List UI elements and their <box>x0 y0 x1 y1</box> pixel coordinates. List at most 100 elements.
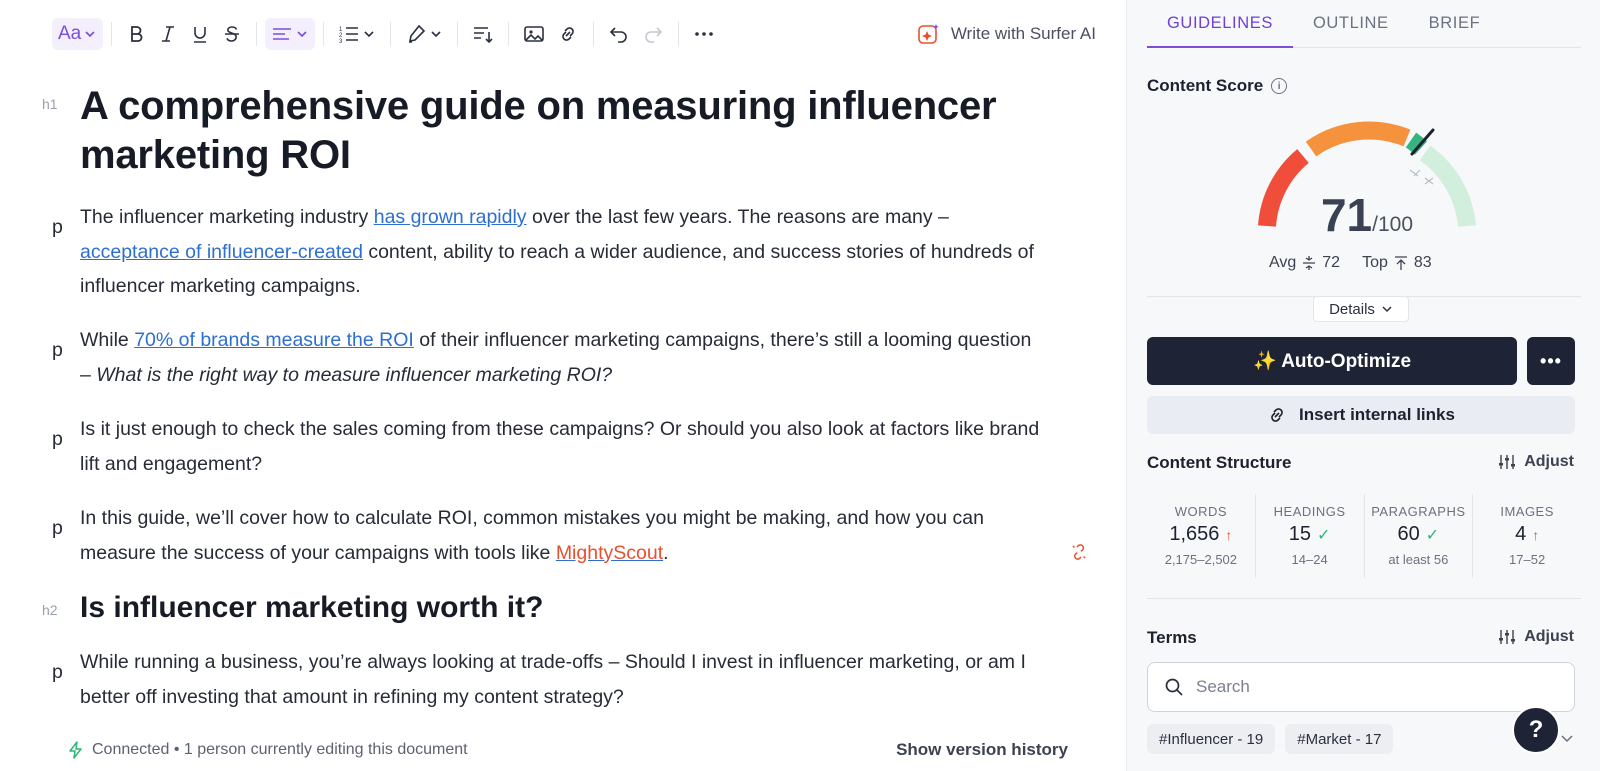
adjust-structure-button[interactable]: Adjust <box>1498 453 1574 471</box>
italic-icon <box>162 26 175 42</box>
underline-button[interactable] <box>184 18 216 50</box>
inline-link[interactable]: acceptance of influencer-created <box>80 241 363 263</box>
tab-guidelines[interactable]: GUIDELINES <box>1147 0 1293 48</box>
paragraph-text: over the last few years. The reasons are… <box>526 206 949 228</box>
text-style-icon: Aa <box>58 23 82 44</box>
paragraph[interactable]: While running a business, you’re always … <box>80 645 1040 714</box>
stat-value-row: 1,656 ↑ <box>1147 523 1255 546</box>
align-icon <box>273 28 292 40</box>
bold-button[interactable] <box>120 18 152 50</box>
top-value: 83 <box>1413 254 1432 271</box>
strikethrough-icon <box>225 26 240 42</box>
search-icon <box>1165 678 1183 696</box>
write-with-surfer-ai-button[interactable]: Write with Surfer AI <box>917 16 1096 52</box>
more-actions-button[interactable]: ••• <box>1527 337 1575 385</box>
sliders-icon <box>1499 455 1516 469</box>
text-style-dropdown[interactable]: Aa <box>52 18 104 50</box>
term-chip[interactable]: #Market - 17 <box>1285 724 1394 754</box>
section-heading[interactable]: Is influencer marketing worth it? <box>80 588 1040 628</box>
gauge-avg-marker <box>1409 169 1421 177</box>
sliders-icon <box>1499 630 1516 644</box>
checkmark-icon: ✓ <box>1317 526 1331 544</box>
bold-icon <box>131 26 143 42</box>
toolbar-divider <box>593 22 595 46</box>
auto-optimize-button[interactable]: ✨ Auto-Optimize <box>1147 337 1517 385</box>
content-score-heading: Content Score i <box>1147 76 1288 96</box>
tab-outline[interactable]: OUTLINE <box>1293 0 1409 48</box>
help-button[interactable]: ? <box>1512 706 1560 754</box>
paragraph-text: The influencer marketing industry <box>80 206 374 228</box>
toolbar-divider <box>323 22 325 46</box>
details-label: Details <box>1329 300 1375 318</box>
show-version-history-link[interactable]: Show version history <box>896 740 1068 760</box>
svg-text:3: 3 <box>339 39 343 44</box>
paragraph[interactable]: Is it just enough to check the sales com… <box>80 412 1040 481</box>
insert-internal-links-button[interactable]: Insert internal links <box>1147 396 1575 434</box>
insert-link-button[interactable] <box>551 18 585 50</box>
toolbar-divider <box>678 22 680 46</box>
paragraph-text: While <box>80 329 135 351</box>
stat-value: 60 <box>1397 523 1420 545</box>
score-max: /100 <box>1372 213 1414 236</box>
terms-search <box>1147 662 1575 712</box>
adjust-label: Adjust <box>1524 628 1574 645</box>
paragraph[interactable]: In this guide, we’ll cover how to calcul… <box>80 501 1040 570</box>
align-dropdown[interactable] <box>265 18 316 50</box>
image-icon <box>524 26 545 42</box>
adjust-label: Adjust <box>1524 453 1574 470</box>
paragraph-text: . <box>663 541 669 564</box>
insert-internal-links-label: Insert internal links <box>1299 405 1455 424</box>
sort-button[interactable] <box>466 18 500 50</box>
stat-images: IMAGES 4 ↑ 17–52 <box>1473 494 1581 578</box>
toolbar-divider <box>390 22 392 46</box>
stat-value: 4 <box>1515 523 1527 545</box>
paragraph[interactable]: The influencer marketing industry has gr… <box>80 200 1040 304</box>
top-benchmark: Top 83 <box>1362 254 1432 272</box>
tab-brief[interactable]: BRIEF <box>1409 0 1501 48</box>
details-button[interactable]: Details <box>1313 296 1409 322</box>
divider <box>1147 598 1581 599</box>
avg-icon <box>1303 256 1316 270</box>
stat-label: PARAGRAPHS <box>1371 504 1466 519</box>
strikethrough-button[interactable] <box>216 18 248 50</box>
highlight-dropdown[interactable] <box>399 18 449 50</box>
info-icon[interactable]: i <box>1271 78 1288 94</box>
list-dropdown[interactable]: 123 <box>332 18 382 50</box>
broken-link-icon[interactable] <box>1070 543 1088 566</box>
score-benchmarks: Avg 72 Top 83 <box>1269 254 1469 272</box>
stat-value-row: 15 ✓ <box>1256 523 1364 546</box>
terms-search-input[interactable] <box>1196 677 1556 697</box>
paragraph[interactable]: While 70% of brands measure the ROI of t… <box>80 323 1040 392</box>
panel-tabs: GUIDELINES OUTLINE BRIEF <box>1147 0 1581 48</box>
stat-value: 1,656 <box>1169 523 1220 545</box>
stat-headings: HEADINGS 15 ✓ 14–24 <box>1256 494 1365 578</box>
checkmark-icon: ✓ <box>1425 526 1440 544</box>
inline-link[interactable]: has grown rapidly <box>374 206 527 228</box>
undo-button[interactable] <box>602 18 636 50</box>
term-chip[interactable]: #Influencer - 19 <box>1147 724 1276 754</box>
content-structure-stats: WORDS 1,656 ↑ 2,175–2,502 HEADINGS 15 ✓ 14… <box>1147 494 1581 578</box>
chevron-down-icon[interactable] <box>1559 730 1575 746</box>
underline-icon <box>194 27 207 43</box>
broken-link[interactable]: MightyScout <box>556 542 663 564</box>
arrow-up-icon: ↑ <box>1225 526 1233 543</box>
adjust-terms-button[interactable]: Adjust <box>1498 628 1574 646</box>
chevron-down-icon <box>1382 306 1392 313</box>
more-options-button[interactable] <box>687 18 721 50</box>
connection-status: Connected • 1 person currently editing t… <box>92 741 468 758</box>
stat-value-row: 60 ✓ <box>1365 523 1473 546</box>
sort-icon <box>474 27 493 44</box>
stat-label: WORDS <box>1174 504 1228 519</box>
undo-icon <box>610 27 627 43</box>
more-icon <box>695 32 714 36</box>
sparkle-icon <box>918 24 939 44</box>
document-title[interactable]: A comprehensive guide on measuring influ… <box>80 82 1040 180</box>
redo-button[interactable] <box>636 18 670 50</box>
inline-link[interactable]: 70% of brands measure the ROI <box>134 329 414 351</box>
block-tag-h1: h1 <box>42 96 58 112</box>
stat-label: HEADINGS <box>1273 504 1346 519</box>
italic-button[interactable] <box>152 18 184 50</box>
gauge-segment-orange <box>1305 121 1411 157</box>
insert-image-button[interactable] <box>517 18 551 50</box>
toolbar-divider <box>457 22 459 46</box>
